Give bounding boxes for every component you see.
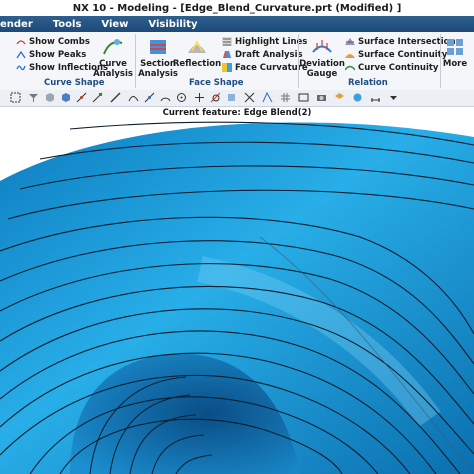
deviation-gauge-icon [312,40,332,53]
current-feature-status: Current feature: Edge Blend(2) [0,107,474,119]
curve-point-icon[interactable] [128,92,139,103]
menu-render[interactable]: ender [0,19,33,30]
surface-continuity-button[interactable]: Surface Continuity [345,48,447,61]
face-icon[interactable] [226,92,237,103]
curve-analysis-button[interactable]: Curve Analysis [93,37,133,79]
crosshair-icon[interactable] [194,92,205,103]
group-divider [135,34,136,88]
face-shape-group-label: Face Shape [189,78,244,88]
more-icon [447,39,463,55]
filter-icon[interactable] [28,92,39,103]
select-icon[interactable] [10,92,21,103]
snap-point-icon[interactable] [76,92,87,103]
highlight-lines-icon [222,37,232,46]
face-curvature-icon [222,63,232,72]
bounded-icon[interactable] [244,92,255,103]
midpoint-icon[interactable] [144,92,155,103]
render-style-icon[interactable] [352,92,363,103]
menu-visibility[interactable]: Visibility [148,19,197,30]
camera-icon[interactable] [316,92,327,103]
surface-continuity-icon [345,54,355,58]
ribbon: Show Combs Show Peaks Show Inflections C… [0,32,474,91]
reflection-icon [188,40,206,53]
tangent-icon[interactable] [210,92,221,103]
line-icon[interactable] [110,92,121,103]
window-title: NX 10 - Modeling - [Edge_Blend_Curvature… [0,0,474,16]
surface-intersection-icon [345,38,355,45]
combs-icon [16,40,26,45]
layer-icon[interactable] [334,92,345,103]
grid-icon[interactable] [280,92,291,103]
group-divider [440,34,441,88]
face-curvature-button[interactable]: Face Curvature [222,61,308,74]
view-icon[interactable] [298,92,309,103]
menu-tools[interactable]: Tools [53,19,82,30]
relation-group-label: Relation [348,78,388,88]
draft-analysis-button[interactable]: Draft Analysis [222,48,303,61]
show-peaks-button[interactable]: Show Peaks [16,48,86,61]
dropdown-arrow-icon[interactable] [388,92,399,103]
show-combs-button[interactable]: Show Combs [16,35,90,48]
highlight-lines-button[interactable]: Highlight Lines [222,35,307,48]
endpoint-icon[interactable] [92,92,103,103]
blend-surface [0,121,474,474]
menu-bar: ender Tools View Visibility [0,16,474,32]
curve-continuity-icon [345,65,355,71]
inflections-icon [16,65,26,71]
draft-analysis-icon [223,51,231,58]
cube-icon[interactable] [44,92,55,103]
arc-icon[interactable] [160,92,171,103]
center-icon[interactable] [176,92,187,103]
selection-toolbar [0,90,474,107]
sketch-icon[interactable] [262,92,273,103]
curve-continuity-button[interactable]: Curve Continuity [345,61,438,74]
measure-icon[interactable] [370,92,381,103]
section-analysis-icon [150,40,166,54]
curve-analysis-icon [103,39,123,55]
curve-shape-group-label: Curve Shape [44,78,105,88]
deviation-gauge-button[interactable]: Deviation Gauge [299,37,345,79]
reflection-button[interactable]: Reflection [173,37,221,69]
section-analysis-button[interactable]: Section Analysis [138,37,178,79]
menu-view[interactable]: View [101,19,128,30]
surface-intersection-button[interactable]: Surface Intersection [345,35,456,48]
graphics-viewport[interactable] [0,119,474,474]
more-button[interactable]: More [442,37,468,69]
peaks-icon [16,50,26,59]
shaded-cube-icon[interactable] [60,92,71,103]
